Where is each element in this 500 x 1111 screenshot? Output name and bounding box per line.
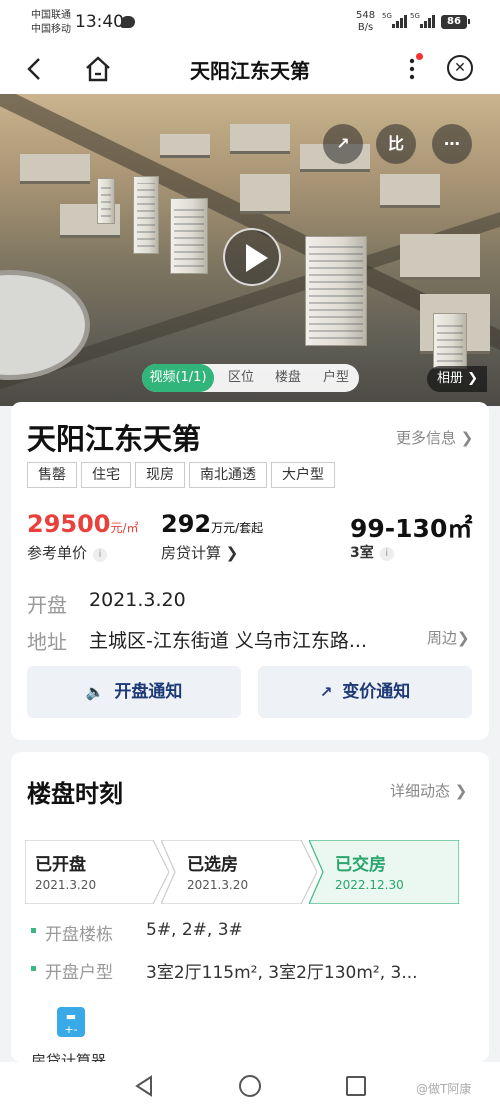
info-icon[interactable]: i [93, 548, 108, 562]
chevron-right-icon: ❯ [221, 544, 239, 562]
rooms-value: 3室 [350, 545, 374, 561]
step-date: 2021.3.20 [35, 878, 97, 892]
chevron-right-icon: ❯ [457, 629, 470, 647]
compare-icon[interactable]: 比 [376, 124, 416, 164]
floorplans-value: 3室2厅115m², 3室2厅130m², 3... [146, 963, 418, 983]
system-back-icon[interactable] [134, 1075, 154, 1097]
unit-price: 29500元/㎡ [27, 510, 139, 538]
detail-updates-link[interactable]: 详细动态 ❯ [390, 780, 467, 801]
unit-price-label[interactable]: 参考单价 i [27, 542, 108, 563]
buildings-value: 5#, 2#, 3# [146, 920, 243, 940]
address-label: 地址 [27, 630, 67, 654]
carrier-2: 中国移动 [31, 24, 71, 35]
tag: 售罄 [27, 462, 77, 488]
address-value: 主城区-江东街道 义乌市江东路... [89, 630, 368, 652]
chevron-right-icon: ❯ [467, 371, 479, 386]
unit-price-unit: 元/㎡ [110, 521, 139, 535]
loan-unit: 万元/套起 [211, 521, 264, 535]
system-nav-bar: @做T阿康 [0, 1062, 500, 1111]
message-notification-icon [121, 16, 135, 28]
status-bar: 中国联通 中国移动 13:40 548 B/s 5G 5G 86 [0, 0, 500, 46]
album-button[interactable]: 相册 ❯ [427, 366, 487, 392]
more-info-link[interactable]: 更多信息 ❯ [396, 427, 473, 448]
tag: 现房 [135, 462, 185, 488]
property-name: 天阳江东天第 [27, 422, 202, 456]
play-video-icon[interactable] [223, 228, 281, 286]
step-date: 2022.12.30 [335, 878, 404, 892]
speaker-icon: 🔈 [85, 683, 105, 701]
floorplans-label: 开盘户型 [31, 958, 113, 983]
unread-dot [416, 53, 423, 60]
trend-chart-icon: ↗ [319, 683, 333, 701]
chat-icon[interactable]: ⋯ [432, 124, 472, 164]
open-date-label: 开盘 [27, 593, 67, 617]
info-icon[interactable]: i [379, 547, 394, 561]
network-speed: 548 B/s [356, 10, 375, 34]
property-tags: 售罄 住宅 现房 南北通透 大户型 [27, 462, 339, 488]
tag: 大户型 [271, 462, 335, 488]
page-title: 天阳江东天第 [190, 59, 310, 83]
loan-calculator-label[interactable]: 房贷计算器 [31, 1050, 106, 1062]
watermark: @做T阿康 [416, 1082, 472, 1096]
network-speed-unit: B/s [357, 22, 374, 33]
step-name: 已开盘 [35, 855, 86, 875]
buildings-label: 开盘楼栋 [31, 920, 113, 945]
signal-strength-icon: 5G [382, 12, 407, 28]
carrier-1: 中国联通 [31, 10, 71, 21]
loan-amount: 292万元/套起 [161, 510, 263, 538]
chevron-right-icon: ❯ [450, 782, 468, 800]
top-nav-bar: 天阳江东天第 ✕ [0, 46, 500, 94]
nearby-link[interactable]: 周边❯ [427, 627, 470, 648]
signal-strength-icon: 5G [410, 12, 435, 28]
close-icon[interactable]: ✕ [447, 55, 473, 81]
loan-calc-link[interactable]: 房贷计算 ❯ [161, 542, 238, 563]
open-date-value: 2021.3.20 [89, 589, 186, 611]
more-info-label: 更多信息 [396, 429, 457, 447]
timeline-step: 已开盘 2021.3.20 [25, 840, 169, 904]
tab-location[interactable]: 区位 [220, 364, 262, 392]
tag: 住宅 [81, 462, 131, 488]
media-tabs: 视频(1/1) 区位 楼盘 户型 [142, 364, 359, 392]
signal-type-label: 5G [382, 12, 392, 20]
system-home-icon[interactable] [239, 1075, 261, 1097]
area-range: 99-130㎡ [350, 514, 473, 543]
property-timeline-card: 楼盘时刻 详细动态 ❯ 已开盘 2021.3.20 已选房 2021.3.20 … [11, 752, 489, 1062]
property-info-card: 天阳江东天第 更多信息 ❯ 售罄 住宅 现房 南北通透 大户型 29500元/㎡ 参考单… [11, 402, 489, 740]
tab-floorplan[interactable]: 户型 [314, 364, 358, 392]
price-change-notice-button[interactable]: ↗ 变价通知 [258, 666, 472, 718]
timeline-step: 已选房 2021.3.20 [161, 840, 317, 904]
system-recent-apps-icon[interactable] [346, 1076, 366, 1096]
battery-icon: 86 [441, 15, 470, 29]
status-time: 13:40 [75, 12, 124, 32]
step-date: 2021.3.20 [187, 878, 249, 892]
open-notice-button[interactable]: 🔈 开盘通知 [27, 666, 241, 718]
carrier-names: 中国联通 中国移动 [31, 9, 71, 37]
unit-price-value: 29500 [27, 510, 111, 538]
album-label: 相册 [437, 371, 464, 386]
step-name: 已选房 [187, 855, 238, 875]
step-name: 已交房 [335, 855, 386, 875]
tag: 南北通透 [189, 462, 267, 488]
signal-type-label: 5G [410, 12, 420, 20]
share-icon[interactable]: ↗ [323, 124, 363, 164]
calculator-icon[interactable]: ▬ +- [57, 1007, 85, 1037]
network-speed-value: 548 [356, 10, 376, 21]
loan-value: 292 [161, 510, 212, 538]
property-hero-image[interactable]: ↗ 比 ⋯ 视频(1/1) 区位 楼盘 户型 相册 ❯ [0, 94, 500, 406]
section-title: 楼盘时刻 [27, 780, 123, 808]
tab-video[interactable]: 视频(1/1) [142, 364, 214, 392]
timeline-step-current: 已交房 2022.12.30 [309, 840, 459, 904]
rooms-label[interactable]: 3室 i [350, 542, 394, 562]
chevron-right-icon: ❯ [460, 429, 474, 447]
tab-building[interactable]: 楼盘 [266, 364, 310, 392]
